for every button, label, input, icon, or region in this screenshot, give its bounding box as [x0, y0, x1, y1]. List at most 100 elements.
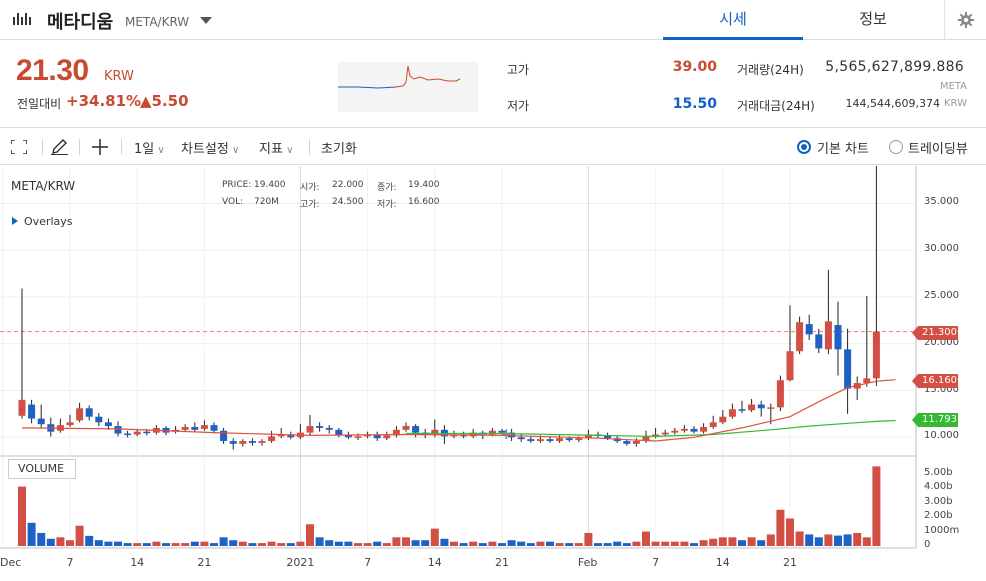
- candle-body: [248, 441, 256, 443]
- volume-bar: [114, 541, 122, 546]
- candle-body: [191, 427, 199, 430]
- volume-bar: [747, 537, 756, 546]
- candle-body: [575, 438, 583, 441]
- candle-body: [37, 418, 45, 425]
- low-label: 저가: [507, 99, 530, 113]
- price-summary: 21.30 KRW 전일대비 +34.81% ▲5.50 고가 39.00 저가…: [0, 41, 986, 128]
- ohlc-low-label: 저가:: [377, 200, 397, 210]
- volume-bar: [776, 509, 785, 546]
- candle-body: [709, 422, 717, 427]
- ohlc-high: 24.500: [332, 197, 364, 207]
- basic-chart-radio[interactable]: [797, 140, 811, 154]
- volume-bar: [584, 532, 593, 546]
- candle-body: [258, 441, 266, 443]
- tab-info[interactable]: 정보: [803, 0, 943, 40]
- zoom-in-button[interactable]: +: [500, 425, 513, 443]
- candle-body: [76, 408, 84, 421]
- volume-bar: [277, 543, 286, 546]
- volume-bar: [382, 543, 391, 546]
- candle-body: [527, 439, 535, 442]
- candle-body: [805, 324, 813, 335]
- coin-select-chevron-down-icon[interactable]: [200, 17, 212, 24]
- volume-bar: [680, 541, 689, 546]
- price-chart[interactable]: META/KRW Overlays PRICE: 19.400 시가: 22.0…: [0, 166, 986, 581]
- volume-bar: [75, 525, 84, 546]
- volume-bar: [834, 535, 842, 546]
- volume-bar: [200, 541, 209, 546]
- volume-bar: [190, 541, 199, 546]
- candle-body: [690, 428, 698, 432]
- volume-bar: [526, 543, 535, 546]
- last-price-badge: 21.300: [912, 326, 958, 340]
- tradingview-label[interactable]: 트레이딩뷰: [908, 138, 968, 157]
- reset-button[interactable]: 초기화: [321, 138, 357, 157]
- volume-tick-label: 5.00b: [924, 466, 953, 478]
- ohlc-close: 19.400: [408, 180, 440, 190]
- interval-dropdown[interactable]: 1일 ∨: [134, 138, 165, 157]
- time-tick-label: 14: [130, 556, 145, 569]
- time-tick-label: 14: [715, 556, 730, 569]
- volume-bar: [459, 543, 468, 546]
- amount-unit: KRW: [944, 98, 967, 109]
- candle-body: [268, 436, 276, 442]
- volume-bar: [498, 543, 506, 546]
- candle-body: [85, 408, 93, 417]
- volume-bar: [210, 543, 218, 546]
- volume-bar: [450, 541, 458, 546]
- ohlc-open-label: 시가:: [300, 183, 320, 193]
- candlestick-chart-svg[interactable]: [0, 166, 986, 581]
- low-value: 15.50: [672, 96, 717, 112]
- volume-bar: [94, 540, 103, 546]
- candle-body: [354, 436, 362, 438]
- candle-body: [104, 422, 112, 427]
- volume-bar: [402, 537, 410, 546]
- time-tick-label: 7: [66, 556, 74, 569]
- candle-body: [306, 426, 314, 433]
- candle-body: [546, 439, 554, 442]
- volume-bar: [430, 528, 439, 546]
- candle-body: [786, 351, 794, 381]
- settings-button[interactable]: [944, 0, 986, 40]
- candle-body: [757, 404, 765, 409]
- candle-body: [748, 404, 756, 411]
- volume-bar: [46, 538, 55, 546]
- ma-short-badge: 16.160: [912, 374, 958, 388]
- ohlc-low: 16.600: [408, 197, 440, 207]
- volume-bar: [574, 543, 583, 546]
- overlays-toggle[interactable]: Overlays: [12, 215, 73, 228]
- crosshair-plus-icon[interactable]: [92, 139, 108, 155]
- volume-bar: [162, 543, 170, 546]
- mini-chart: [338, 62, 478, 112]
- fullscreen-icon[interactable]: [11, 140, 27, 154]
- volume-bar: [786, 518, 794, 546]
- volume-bar: [18, 486, 26, 546]
- zoom-out-button[interactable]: −: [475, 425, 488, 443]
- pencil-icon[interactable]: [51, 139, 68, 155]
- candle-body: [767, 407, 775, 409]
- change-rate: +34.81%: [66, 92, 142, 110]
- volume-bar: [795, 531, 804, 546]
- price-tick-label: 10.000: [924, 430, 959, 442]
- coin-name[interactable]: 메타디움: [47, 8, 113, 34]
- tradingview-radio[interactable]: [889, 140, 903, 154]
- candle-body: [210, 425, 218, 431]
- volume-bar: [718, 537, 727, 546]
- basic-chart-label[interactable]: 기본 차트: [817, 138, 869, 157]
- volume-bar: [478, 543, 487, 546]
- chart-settings-dropdown[interactable]: 차트설정 ∨: [181, 138, 239, 157]
- candle-body: [402, 426, 410, 430]
- candle-body: [66, 422, 74, 426]
- volume-bar: [622, 543, 631, 546]
- volume-bar: [171, 543, 180, 546]
- indicators-dropdown[interactable]: 지표 ∨: [259, 138, 293, 157]
- gear-icon: [957, 12, 974, 28]
- volume-bar: [267, 541, 276, 546]
- volume-bar: [344, 541, 353, 546]
- time-tick-label: 21: [197, 556, 212, 569]
- tab-price[interactable]: 시세: [663, 0, 803, 40]
- volume-bar: [56, 537, 65, 546]
- metadium-logo: [13, 13, 31, 25]
- volume-bar: [421, 540, 430, 546]
- volume-bar: [670, 541, 679, 546]
- ohlc-high-label: 고가:: [300, 200, 320, 210]
